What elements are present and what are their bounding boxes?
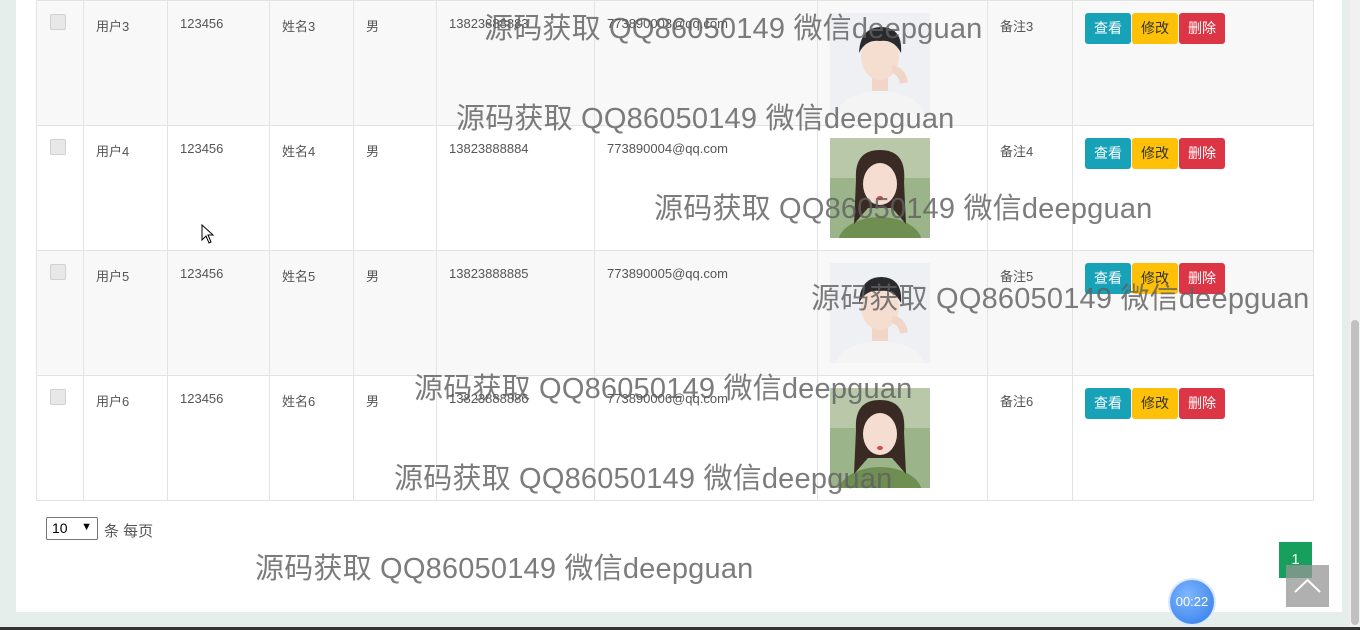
gender-cell: 男 [366,19,380,34]
avatar-photo [818,13,987,113]
table-row: 用户4 123456 姓名4 男 13823888884 773890004@q… [36,125,1314,251]
phone-cell: 13823888886 [449,391,529,406]
view-button[interactable]: 查看 [1085,13,1131,44]
row-checkbox[interactable] [50,389,66,405]
back-to-top-button[interactable] [1286,565,1329,607]
row-checkbox[interactable] [50,264,66,280]
remark-cell: 备注3 [1000,19,1034,34]
table-row: 用户3 123456 姓名3 男 13823888883 773890003@q… [36,0,1314,126]
password-cell: 123456 [180,141,224,156]
email-cell: 773890004@qq.com [607,141,728,156]
password-cell: 123456 [180,391,224,406]
name-cell: 姓名6 [282,394,316,409]
remark-cell: 备注5 [1000,269,1034,284]
gender-cell: 男 [366,144,380,159]
avatar-photo [818,263,987,363]
row-checkbox[interactable] [50,14,66,30]
view-button[interactable]: 查看 [1085,263,1131,294]
name-cell: 姓名4 [282,144,316,159]
mouse-cursor-icon [201,223,215,249]
username-cell: 用户6 [96,394,130,409]
per-page-label: 条 每页 [104,523,154,540]
table-row: 用户6 123456 姓名6 男 13823888886 773890006@q… [36,375,1314,501]
name-cell: 姓名3 [282,19,316,34]
remark-cell: 备注6 [1000,394,1034,409]
email-cell: 773890006@qq.com [607,391,728,406]
view-button[interactable]: 查看 [1085,388,1131,419]
name-cell: 姓名5 [282,269,316,284]
remark-cell: 备注4 [1000,144,1034,159]
email-cell: 773890003@qq.com [607,16,728,31]
password-cell: 123456 [180,266,224,281]
username-cell: 用户3 [96,19,130,34]
username-cell: 用户4 [96,144,130,159]
scrollbar-thumb[interactable] [1351,320,1359,625]
delete-button[interactable]: 删除 [1179,13,1225,44]
page-size-select[interactable]: 10 ▼ [46,517,98,540]
chevron-down-icon: ▼ [81,521,92,533]
delete-button[interactable]: 删除 [1179,138,1225,169]
password-cell: 123456 [180,16,224,31]
delete-button[interactable]: 删除 [1179,388,1225,419]
delete-button[interactable]: 删除 [1179,263,1225,294]
gender-cell: 男 [366,269,380,284]
page-size-value: 10 [52,520,68,536]
recording-timer: 00:22 [1170,580,1214,624]
username-cell: 用户5 [96,269,130,284]
phone-cell: 13823888883 [449,16,529,31]
edit-button[interactable]: 修改 [1132,138,1178,169]
phone-cell: 13823888885 [449,266,529,281]
view-button[interactable]: 查看 [1085,138,1131,169]
edit-button[interactable]: 修改 [1132,13,1178,44]
table-row: 用户5 123456 姓名5 男 13823888885 773890005@q… [36,250,1314,376]
row-checkbox[interactable] [50,139,66,155]
email-cell: 773890005@qq.com [607,266,728,281]
avatar-photo [818,138,987,238]
gender-cell: 男 [366,394,380,409]
user-table: 用户3 123456 姓名3 男 13823888883 773890003@q… [36,0,1314,501]
edit-button[interactable]: 修改 [1132,388,1178,419]
edit-button[interactable]: 修改 [1132,263,1178,294]
phone-cell: 13823888884 [449,141,529,156]
chevron-up-icon [1294,578,1321,593]
avatar-photo [818,388,987,488]
